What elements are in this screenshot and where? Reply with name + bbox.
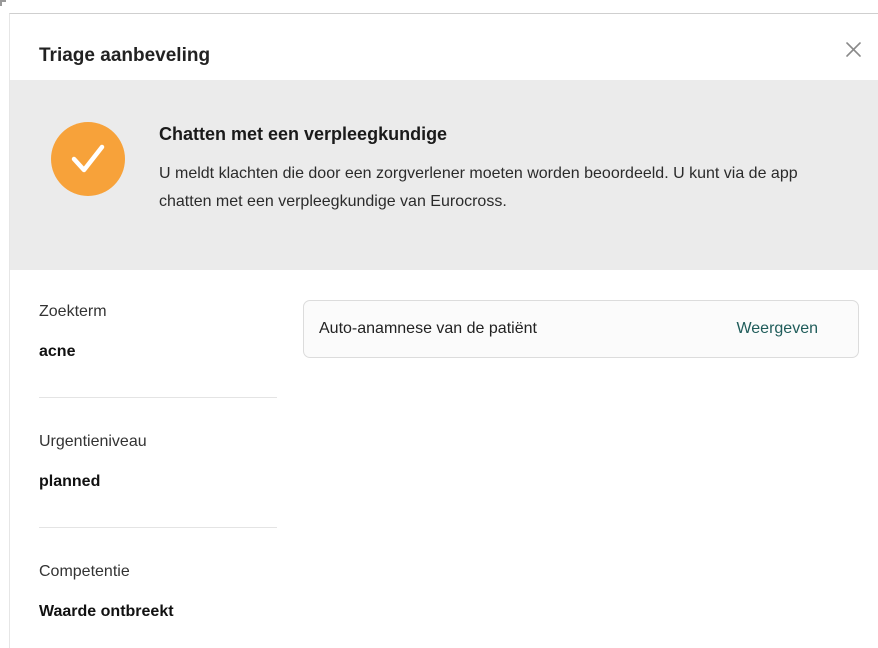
field-urgentieniveau: Urgentieniveau planned [39, 433, 277, 491]
field-value: acne [39, 343, 76, 360]
recommendation-banner: Chatten met een verpleegkundige U meldt … [10, 80, 878, 270]
dialog-title: Triage aanbeveling [39, 45, 211, 66]
window-corner-mark [0, 0, 6, 6]
close-button[interactable] [843, 39, 865, 61]
recommendation-title: Chatten met een verpleegkundige [159, 124, 448, 144]
field-value: planned [39, 473, 101, 490]
field-label: Urgentieniveau [39, 433, 147, 450]
view-anamnese-link[interactable]: Weergeven [736, 320, 818, 338]
field-value: Waarde ontbreekt [39, 603, 174, 620]
triage-dialog: Triage aanbeveling Chatten met een verpl… [9, 13, 878, 648]
field-label: Zoekterm [39, 303, 107, 320]
divider [39, 397, 277, 398]
check-circle-icon [51, 122, 125, 196]
recommendation-description: U meldt klachten die door een zorgverlen… [159, 165, 798, 210]
field-label: Competentie [39, 563, 130, 580]
checkmark-icon [71, 144, 105, 173]
divider [39, 527, 277, 528]
close-icon [846, 42, 861, 57]
anamnese-label: Auto-anamnese van de patiënt [319, 320, 537, 337]
field-zoekterm: Zoekterm acne [39, 303, 277, 361]
anamnese-card: Auto-anamnese van de patiënt Weergeven [303, 300, 859, 358]
field-competentie: Competentie Waarde ontbreekt [39, 563, 277, 621]
